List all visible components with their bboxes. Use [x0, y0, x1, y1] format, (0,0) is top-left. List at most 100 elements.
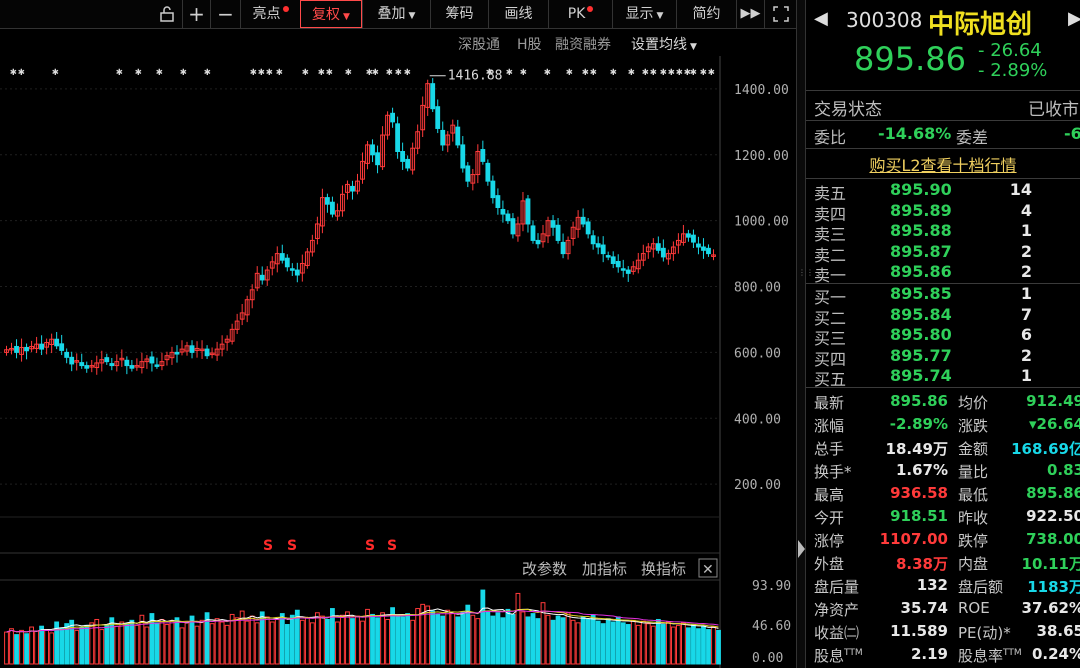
toolbar-button-label: PK	[567, 6, 586, 22]
volume-bar	[505, 608, 511, 665]
volume-bar	[675, 624, 681, 665]
fast-forward-icon[interactable]: ▶▶	[736, 0, 764, 28]
bid-row[interactable]: 买一 895.85 1	[806, 284, 1080, 307]
event-marker-icon: ✱	[372, 65, 379, 78]
ask-row[interactable]: 卖一 895.86 2	[806, 262, 1080, 285]
indicator-add-button[interactable]: 加指标	[582, 560, 627, 578]
stat-label: 换手*	[814, 463, 852, 481]
prev-stock-icon[interactable]: ◀	[814, 8, 828, 29]
toolbar-7-button[interactable]: 显示 ▼	[612, 0, 676, 28]
volume-bar	[350, 618, 355, 665]
volume-bar	[415, 608, 421, 665]
volume-bar	[279, 613, 285, 665]
order-ratio-row: 委比 -14.68% 委差 -6	[806, 124, 1080, 147]
buy-l2-link[interactable]: 购买L2查看十档行情	[869, 156, 1016, 175]
next-stock-icon[interactable]: ▶	[1068, 8, 1080, 29]
event-marker-icon: ✱	[690, 65, 697, 78]
candle-body	[555, 224, 561, 241]
bid-row[interactable]: 买四 895.77 2	[806, 346, 1080, 369]
volume-tick-label: 93.90	[752, 579, 791, 594]
chart-area: + − 亮点 复权 ▼ 叠加 ▼ 筹码 画线 PK 显示 ▼ 简约 ▶▶ 深股通 H股 融资融券 设…	[0, 0, 796, 668]
volume-bar	[650, 625, 656, 665]
candle-body	[59, 343, 65, 351]
level-price: 895.80	[890, 325, 952, 344]
ask-row[interactable]: 卖四 895.89 4	[806, 201, 1080, 224]
toolbar-2-button[interactable]: 复权 ▼	[300, 0, 362, 28]
stat-label: 股息TTM	[814, 647, 863, 665]
stat-label: 均价	[958, 394, 989, 412]
toolbar-1-button[interactable]: 亮点	[240, 0, 300, 28]
toolbar-button-label: 显示	[625, 6, 654, 22]
zoom-out-icon[interactable]: −	[210, 0, 240, 28]
candle-body	[104, 357, 110, 363]
margin-trading-link[interactable]: 融资融券	[555, 34, 611, 54]
fullscreen-icon[interactable]	[764, 0, 796, 28]
volume-bar	[224, 624, 230, 665]
level-volume: 6	[1020, 325, 1032, 344]
sz-connect-link[interactable]: 深股通	[458, 34, 500, 54]
volume-bar	[84, 624, 90, 665]
stat-label: 昨收	[958, 509, 989, 527]
event-marker-icon: ✱	[326, 65, 333, 78]
volume-bar	[686, 627, 691, 665]
event-marker-icon: ✱	[506, 65, 513, 78]
toolbar-6-button[interactable]: PK	[548, 0, 612, 28]
volume-bar	[550, 619, 556, 665]
indicator-switch-button[interactable]: 换指标	[641, 560, 686, 578]
bid-row[interactable]: 买二 895.84 7	[806, 305, 1080, 328]
candle-body	[595, 243, 601, 248]
candle-body	[54, 338, 60, 347]
collapse-arrow-icon[interactable]	[798, 540, 805, 558]
level-volume: 2	[1020, 241, 1032, 261]
stat-value: 895.86	[890, 392, 948, 410]
volume-bar	[635, 624, 641, 665]
candle-body	[500, 208, 506, 215]
ask-row[interactable]: 卖五 895.90 14	[806, 180, 1080, 203]
ask-row[interactable]: 卖三 895.88 1	[806, 221, 1080, 244]
volume-bar	[264, 616, 270, 665]
zoom-in-icon[interactable]: +	[182, 0, 210, 28]
candle-body	[124, 359, 130, 367]
volume-bar	[716, 629, 721, 665]
candle-body	[615, 261, 621, 268]
bid-row[interactable]: 买五 895.74 1	[806, 366, 1080, 389]
candle-body	[605, 255, 611, 258]
stat-label: ROE	[958, 599, 990, 617]
lock-icon[interactable]	[152, 0, 182, 28]
toolbar-button-label: 简约	[692, 6, 721, 22]
toolbar-3-button[interactable]: 叠加 ▼	[362, 0, 430, 28]
trade-status-row: 交易状态 已收市	[806, 95, 1080, 120]
volume-bar	[575, 622, 581, 665]
y-tick-label: 1400.00	[734, 83, 789, 98]
stat-label: 最低	[958, 486, 989, 504]
event-marker-icon: ✱	[318, 65, 325, 78]
volume-bar	[289, 614, 295, 665]
volume-bar	[445, 609, 451, 665]
stat-label: 涨幅	[814, 417, 845, 435]
toolbar-4-button[interactable]: 筹码	[430, 0, 488, 28]
candle-body	[701, 246, 706, 251]
toolbar-8-button[interactable]: 简约	[676, 0, 736, 28]
candle-body	[149, 356, 155, 364]
bid-row[interactable]: 买三 895.80 6	[806, 325, 1080, 348]
stat-value: 1107.00	[879, 530, 948, 548]
candle-body	[460, 144, 466, 169]
toolbar-5-button[interactable]: 画线	[488, 0, 548, 28]
level-price: 895.86	[890, 262, 952, 281]
volume-bar	[44, 629, 50, 665]
y-tick-label: 1200.00	[734, 149, 789, 164]
volume-bar	[475, 618, 481, 665]
indicator-modify-button[interactable]: 改参数	[522, 560, 567, 578]
event-marker-icon: ✱	[386, 65, 393, 78]
ask-row[interactable]: 卖二 895.87 2	[806, 241, 1080, 265]
stat-value: 0.83	[1046, 461, 1080, 479]
candle-body	[109, 363, 115, 367]
price-change: - 26.64	[978, 40, 1042, 61]
level-volume: 1	[1020, 284, 1032, 303]
panel-divider[interactable]: ⋮⋮	[796, 0, 814, 668]
volume-bar	[490, 615, 496, 665]
ma-setting-button[interactable]: 设置均线 ▼	[631, 34, 697, 54]
event-marker-icon: ✱	[266, 65, 273, 78]
h-share-link[interactable]: H股	[517, 34, 542, 54]
stat-value: 1183万	[1027, 578, 1080, 596]
